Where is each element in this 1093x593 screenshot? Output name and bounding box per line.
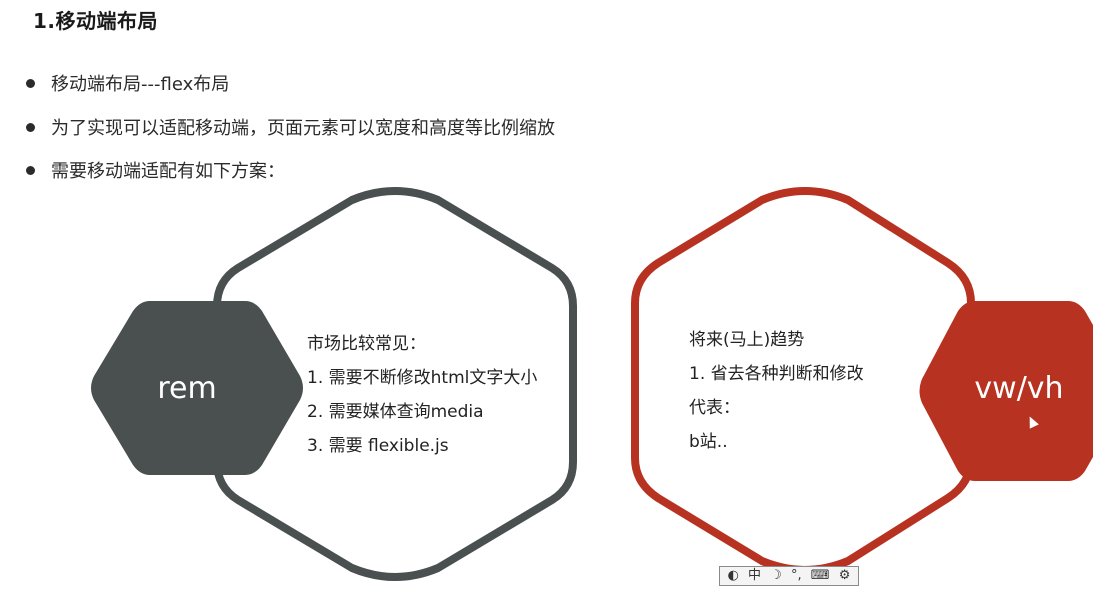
vw-vh-line: 将来(马上)趋势 [689, 330, 805, 350]
vw-vh-line: b站.. [689, 432, 728, 452]
rem-line: 3. 需要 flexible.js [307, 436, 449, 456]
chinese-mode-label[interactable]: 中 [748, 567, 761, 585]
rem-line: 1. 需要不断修改html文字大小 [307, 368, 538, 388]
slide: 1.移动端布局 移动端布局---flex布局 为了实现可以适配移动端，页面元素可… [0, 0, 1093, 593]
settings-icon[interactable]: ⚙ [839, 567, 851, 585]
half-width-icon[interactable]: ☽ [770, 567, 782, 585]
vw-vh-hex-label: vw/vh [974, 371, 1063, 406]
rem-line: 2. 需要媒体查询media [307, 402, 484, 422]
keyboard-icon[interactable]: ⌨ [811, 567, 830, 585]
rem-description: 市场比较常见： 1. 需要不断修改html文字大小 2. 需要媒体查询media… [307, 327, 537, 463]
vw-vh-line: 代表： [689, 398, 740, 418]
rem-line: 市场比较常见： [307, 334, 426, 354]
punctuation-icon[interactable]: °, [791, 567, 802, 585]
vw-vh-description: 将来(马上)趋势 1. 省去各种判断和修改 代表： b站.. [689, 323, 864, 459]
diagram: rem vw/vh [91, 187, 1093, 581]
vw-vh-line: 1. 省去各种判断和修改 [689, 364, 864, 384]
input-mode-icon[interactable]: ◐ [728, 567, 739, 585]
rem-hex-label: rem [157, 371, 216, 406]
ime-toolbar[interactable]: ◐ 中 ☽ °, ⌨ ⚙ [719, 566, 859, 586]
